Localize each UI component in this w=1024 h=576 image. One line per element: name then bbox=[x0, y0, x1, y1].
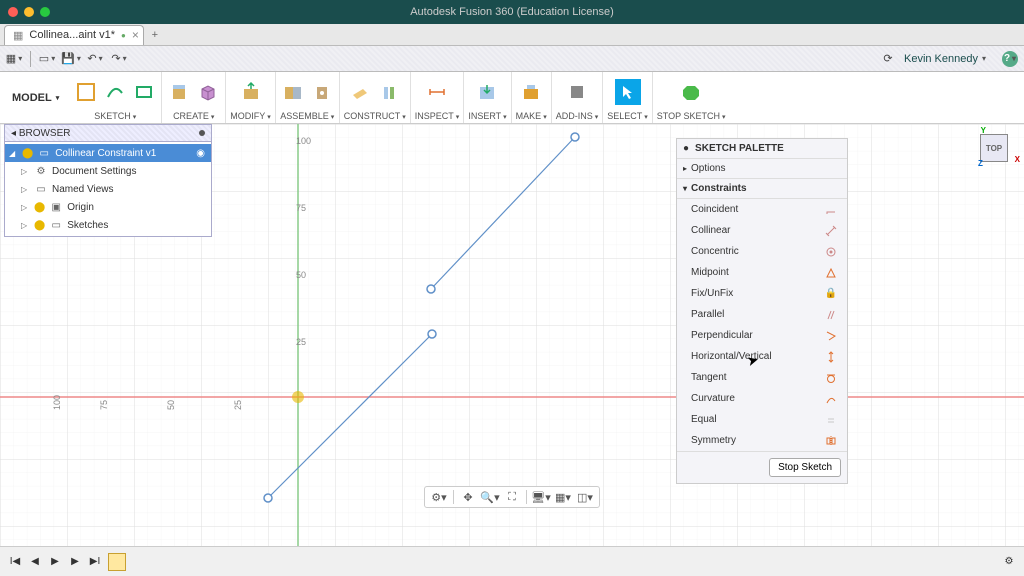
tree-sketches[interactable]: ▷⬤▭Sketches bbox=[5, 216, 211, 234]
ribbon-inspect[interactable]: INSPECT bbox=[411, 72, 465, 123]
constraint-coincident[interactable]: Coincident bbox=[677, 199, 847, 220]
ribbon-stop-sketch[interactable]: STOP SKETCH bbox=[653, 72, 730, 123]
ribbon-addins[interactable]: ADD-INS bbox=[552, 72, 604, 123]
joint-icon[interactable] bbox=[280, 79, 306, 105]
stop-sketch-button[interactable]: Stop Sketch bbox=[769, 458, 841, 477]
timeline-step[interactable] bbox=[108, 553, 126, 571]
stop-sketch-icon[interactable] bbox=[678, 79, 704, 105]
window-controls[interactable] bbox=[8, 7, 50, 17]
rectangle-icon[interactable] bbox=[131, 79, 157, 105]
ribbon-make[interactable]: MAKE bbox=[512, 72, 552, 123]
tree-origin[interactable]: ▷⬤▣Origin bbox=[5, 198, 211, 216]
save-button[interactable]: 💾 bbox=[63, 51, 79, 67]
display-icon[interactable]: 🖥▾ bbox=[531, 488, 551, 506]
tree-named-views[interactable]: ▷▭Named Views bbox=[5, 180, 211, 198]
redo-button[interactable]: ↷ bbox=[111, 51, 127, 67]
ribbon-assemble[interactable]: ASSEMBLE bbox=[276, 72, 340, 123]
ribbon-create[interactable]: CREATE bbox=[162, 72, 226, 123]
grid-settings-icon[interactable]: ▦▾ bbox=[553, 488, 573, 506]
timeline[interactable]: I◀ ◀ ▶ ▶ ▶I ⚙ bbox=[0, 546, 1024, 576]
file-tab-bar: ▦ Collinea...aint v1* ● × + bbox=[0, 24, 1024, 46]
orbit-icon[interactable]: ⚙▾ bbox=[429, 488, 449, 506]
constraint-perpendicular[interactable]: Perpendicular bbox=[677, 325, 847, 346]
presspull-icon[interactable] bbox=[238, 79, 264, 105]
timeline-next-icon[interactable]: ▶ bbox=[68, 556, 82, 567]
measure-icon[interactable] bbox=[424, 79, 450, 105]
palette-header[interactable]: ●SKETCH PALETTE bbox=[677, 139, 847, 159]
box-icon[interactable] bbox=[195, 79, 221, 105]
ribbon-sketch[interactable]: SKETCH bbox=[69, 72, 162, 123]
sketch-palette[interactable]: ●SKETCH PALETTE Options Constraints Coin… bbox=[676, 138, 848, 484]
timeline-end-icon[interactable]: ▶I bbox=[88, 556, 102, 567]
undo-button[interactable]: ↶ bbox=[87, 51, 103, 67]
viewport-icon[interactable]: ◫▾ bbox=[575, 488, 595, 506]
fit-icon[interactable]: ⛶ bbox=[502, 488, 522, 506]
timeline-play-icon[interactable]: ▶ bbox=[48, 556, 62, 567]
timeline-settings-icon[interactable]: ⚙ bbox=[1002, 556, 1016, 567]
minimize-window-icon[interactable] bbox=[24, 7, 34, 17]
titlebar: Autodesk Fusion 360 (Education License) bbox=[0, 0, 1024, 24]
file-menu-button[interactable]: ▭ bbox=[39, 51, 55, 67]
constraint-equal[interactable]: Equal bbox=[677, 409, 847, 430]
constraint-midpoint[interactable]: Midpoint bbox=[677, 262, 847, 283]
file-tab-label: Collinea...aint v1* bbox=[29, 29, 115, 41]
canvas[interactable]: 25 50 75 100 25 50 75 100 ◂ BROWSER ◢⬤▭ … bbox=[0, 124, 1024, 546]
navigation-toolbar[interactable]: ⚙▾ ✥ 🔍▾ ⛶ 🖥▾ ▦▾ ◫▾ bbox=[424, 486, 600, 508]
constraint-curvature[interactable]: Curvature bbox=[677, 388, 847, 409]
timeline-prev-icon[interactable]: ◀ bbox=[28, 556, 42, 567]
constraint-symmetry[interactable]: Symmetry bbox=[677, 430, 847, 451]
palette-options[interactable]: Options bbox=[677, 159, 847, 179]
user-menu[interactable]: Kevin Kennedy bbox=[904, 53, 986, 65]
ribbon-modify[interactable]: MODIFY bbox=[226, 72, 276, 123]
palette-constraints[interactable]: Constraints bbox=[677, 179, 847, 199]
axis-icon[interactable] bbox=[376, 79, 402, 105]
close-window-icon[interactable] bbox=[8, 7, 18, 17]
ribbon-insert[interactable]: INSERT bbox=[464, 72, 511, 123]
plane-icon[interactable] bbox=[347, 79, 373, 105]
make-icon[interactable] bbox=[518, 79, 544, 105]
tree-document-settings[interactable]: ▷⚙Document Settings bbox=[5, 162, 211, 180]
select-icon[interactable] bbox=[615, 79, 641, 105]
browser-header[interactable]: ◂ BROWSER bbox=[4, 124, 212, 142]
browser-panel[interactable]: ◂ BROWSER ◢⬤▭ Collinear Constraint v1 ◉ … bbox=[4, 124, 212, 237]
pan-icon[interactable]: ✥ bbox=[458, 488, 478, 506]
addins-icon[interactable] bbox=[564, 79, 590, 105]
file-tab[interactable]: ▦ Collinea...aint v1* ● × bbox=[4, 25, 144, 45]
ribbon-select[interactable]: SELECT bbox=[603, 72, 653, 123]
constraint-collinear[interactable]: Collinear bbox=[677, 220, 847, 241]
insert-icon[interactable] bbox=[474, 79, 500, 105]
zoom-icon[interactable]: 🔍▾ bbox=[480, 488, 500, 506]
app-title: Autodesk Fusion 360 (Education License) bbox=[410, 6, 614, 18]
constraint-tangent[interactable]: Tangent bbox=[677, 367, 847, 388]
close-tab-icon[interactable]: × bbox=[132, 28, 139, 42]
timeline-start-icon[interactable]: I◀ bbox=[8, 556, 22, 567]
assemble-icon[interactable] bbox=[309, 79, 335, 105]
axis-z-label: Z bbox=[978, 159, 983, 168]
data-panel-button[interactable]: ▦ bbox=[6, 51, 22, 67]
sketch-icon[interactable] bbox=[73, 79, 99, 105]
ribbon-toolbar: MODEL SKETCH CREATE MODIFY ASSEMBLE CONS… bbox=[0, 72, 1024, 124]
constraint-horizontal-vertical[interactable]: Horizontal/Vertical bbox=[677, 346, 847, 367]
constraint-fix[interactable]: Fix/UnFix🔒 bbox=[677, 283, 847, 304]
job-status-icon[interactable]: ⟳ bbox=[880, 51, 896, 67]
line-icon[interactable] bbox=[102, 79, 128, 105]
new-tab-button[interactable]: + bbox=[144, 24, 166, 46]
workspace-switcher[interactable]: MODEL bbox=[2, 72, 69, 123]
viewcube[interactable]: Y TOP X Z bbox=[974, 128, 1014, 168]
extrude-icon[interactable] bbox=[166, 79, 192, 105]
axis-x-label: X bbox=[1015, 155, 1020, 164]
quick-access-toolbar: ▦ ▭ 💾 ↶ ↷ ⟳ Kevin Kennedy ? bbox=[0, 46, 1024, 72]
help-button[interactable]: ? bbox=[1002, 51, 1018, 67]
constraint-concentric[interactable]: Concentric bbox=[677, 241, 847, 262]
maximize-window-icon[interactable] bbox=[40, 7, 50, 17]
ribbon-construct[interactable]: CONSTRUCT bbox=[340, 72, 411, 123]
constraint-parallel[interactable]: Parallel bbox=[677, 304, 847, 325]
tree-root[interactable]: ◢⬤▭ Collinear Constraint v1 ◉ bbox=[5, 144, 211, 162]
